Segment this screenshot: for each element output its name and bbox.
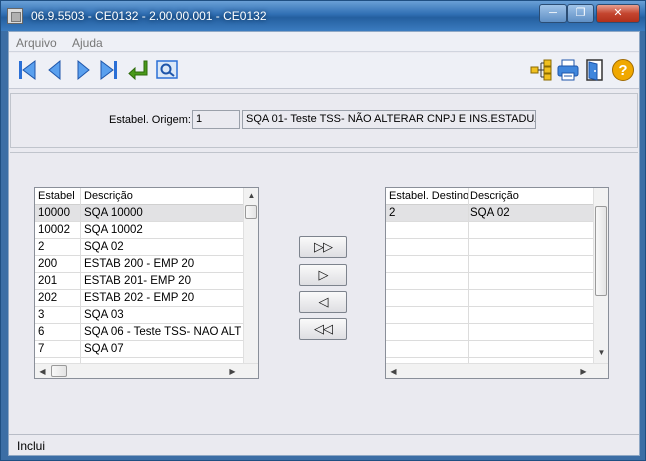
cell-estabel: 6 [38,326,45,338]
toolbar: ? [9,53,639,89]
status-bar: Inclui [9,434,639,455]
cell-descricao: SQA 02 [84,241,124,253]
table-row[interactable] [386,239,594,256]
vertical-scrollbar[interactable]: ▲ [243,188,258,364]
horizontal-scrollbar[interactable]: ◀ ▶ [386,363,608,378]
table-row[interactable]: 3 SQA 03 [35,307,244,324]
scroll-right-icon[interactable]: ▶ [225,364,240,378]
last-record-icon[interactable] [97,58,121,82]
title-bar[interactable]: 06.9.5503 - CE0132 - 2.00.00.001 - CE013… [1,1,645,31]
table-row[interactable]: 10002 SQA 10002 [35,222,244,239]
table-row[interactable]: 2 SQA 02 [386,205,594,222]
remove-selected-button[interactable]: ◁ [299,291,347,313]
menu-bar: Arquivo Ajuda [9,32,639,52]
column-separator [468,188,469,364]
cell-estabel: 200 [38,258,58,270]
origin-code-field[interactable]: 1 [192,110,240,129]
app-icon [7,8,23,24]
help-icon[interactable]: ? [611,58,635,82]
search-icon[interactable] [155,58,179,82]
scroll-left-icon[interactable]: ◀ [35,364,50,378]
grid-header: Estabel. Destino Descrição [386,188,594,205]
vertical-scrollbar[interactable]: ▼ [593,188,608,364]
menu-ajuda[interactable]: Ajuda [72,36,103,50]
cell-descricao: SQA 02 [470,207,510,219]
cell-descricao: SQA 10002 [84,224,143,236]
go-to-icon[interactable] [126,58,150,82]
origin-label: Estabel. Origem: [109,114,191,126]
cell-estabel: 10002 [38,224,70,236]
status-text: Inclui [17,439,46,453]
cell-estabel: 202 [38,292,58,304]
grid-header: Estabel Descrição [35,188,244,205]
next-record-icon[interactable] [71,58,95,82]
previous-record-icon[interactable] [43,58,67,82]
first-record-icon[interactable] [15,58,39,82]
transfer-panel: Estabel Descrição 10000 SQA 10000 10002 SQA… [10,152,638,432]
table-row[interactable] [386,324,594,341]
horizontal-scrollbar[interactable]: ◀ ▶ [35,363,258,378]
add-selected-button[interactable]: ▷ [299,264,347,286]
scroll-down-icon[interactable]: ▼ [594,345,608,360]
remove-all-button[interactable]: ◁◁ [299,318,347,340]
scroll-up-icon[interactable]: ▲ [244,188,258,203]
scroll-thumb[interactable] [245,205,257,219]
scroll-right-icon[interactable]: ▶ [576,364,591,378]
scroll-left-icon[interactable]: ◀ [386,364,401,378]
application-window: 06.9.5503 - CE0132 - 2.00.00.001 - CE013… [0,0,646,461]
table-row[interactable] [386,290,594,307]
column-separator [80,188,81,364]
origin-panel: Estabel. Origem: 1 SQA 01- Teste TSS- NÃ… [10,93,638,148]
menu-arquivo[interactable]: Arquivo [16,36,57,50]
cell-descricao: ESTAB 202 - EMP 20 [84,292,195,304]
origin-description-field: SQA 01- Teste TSS- NÃO ALTERAR CNPJ E IN… [242,110,536,129]
cell-estabel: 201 [38,275,58,287]
cell-estabel: 10000 [38,207,70,219]
minimize-button[interactable]: ─ [539,4,567,23]
help-glyph: ? [618,62,627,79]
cell-descricao: ESTAB 201- EMP 20 [84,275,191,287]
table-row[interactable]: 7 SQA 07 [35,341,244,358]
add-all-button[interactable]: ▷▷ [299,236,347,258]
scroll-thumb[interactable] [595,206,607,296]
exit-icon[interactable] [583,58,607,82]
cell-descricao: SQA 03 [84,309,124,321]
scroll-thumb-horizontal[interactable] [51,365,67,377]
header-descricao[interactable]: Descrição [470,190,519,202]
client-area: Arquivo Ajuda ? Estabel. Origem: 1 SQA 0… [8,31,640,456]
table-row[interactable] [386,222,594,239]
cell-estabel: 2 [38,241,45,253]
print-icon[interactable] [556,58,580,82]
cell-estabel: 3 [38,309,45,321]
table-row[interactable] [386,341,594,358]
table-row[interactable] [386,273,594,290]
table-row[interactable]: 2 SQA 02 [35,239,244,256]
cell-estabel-destino: 2 [389,207,396,219]
cell-descricao: ESTAB 200 - EMP 20 [84,258,195,270]
available-establishments-grid[interactable]: Estabel Descrição 10000 SQA 10000 10002 SQA… [34,187,259,379]
cell-descricao: SQA 06 - Teste TSS- NÃO ALTERAR [84,326,242,338]
cell-descricao: SQA 10000 [84,207,143,219]
cell-descricao: SQA 07 [84,343,124,355]
header-estabel[interactable]: Estabel [38,190,75,202]
header-estabel-destino[interactable]: Estabel. Destino [389,190,469,202]
table-row[interactable] [386,256,594,273]
table-row[interactable]: 10000 SQA 10000 [35,205,244,222]
cell-estabel: 7 [38,343,45,355]
header-descricao[interactable]: Descrição [84,190,133,202]
destination-establishments-grid[interactable]: Estabel. Destino Descrição 2 SQA 02 ▼ ◀ ▶ [385,187,609,379]
table-row[interactable]: 200 ESTAB 200 - EMP 20 [35,256,244,273]
hierarchy-icon[interactable] [529,58,553,82]
table-row[interactable]: 202 ESTAB 202 - EMP 20 [35,290,244,307]
restore-button[interactable]: ❐ [567,4,594,23]
window-title: 06.9.5503 - CE0132 - 2.00.00.001 - CE013… [31,9,267,23]
table-row[interactable] [386,307,594,324]
table-row[interactable]: 6 SQA 06 - Teste TSS- NÃO ALTERAR [35,324,244,341]
close-button[interactable]: ✕ [596,4,640,23]
table-row[interactable]: 201 ESTAB 201- EMP 20 [35,273,244,290]
